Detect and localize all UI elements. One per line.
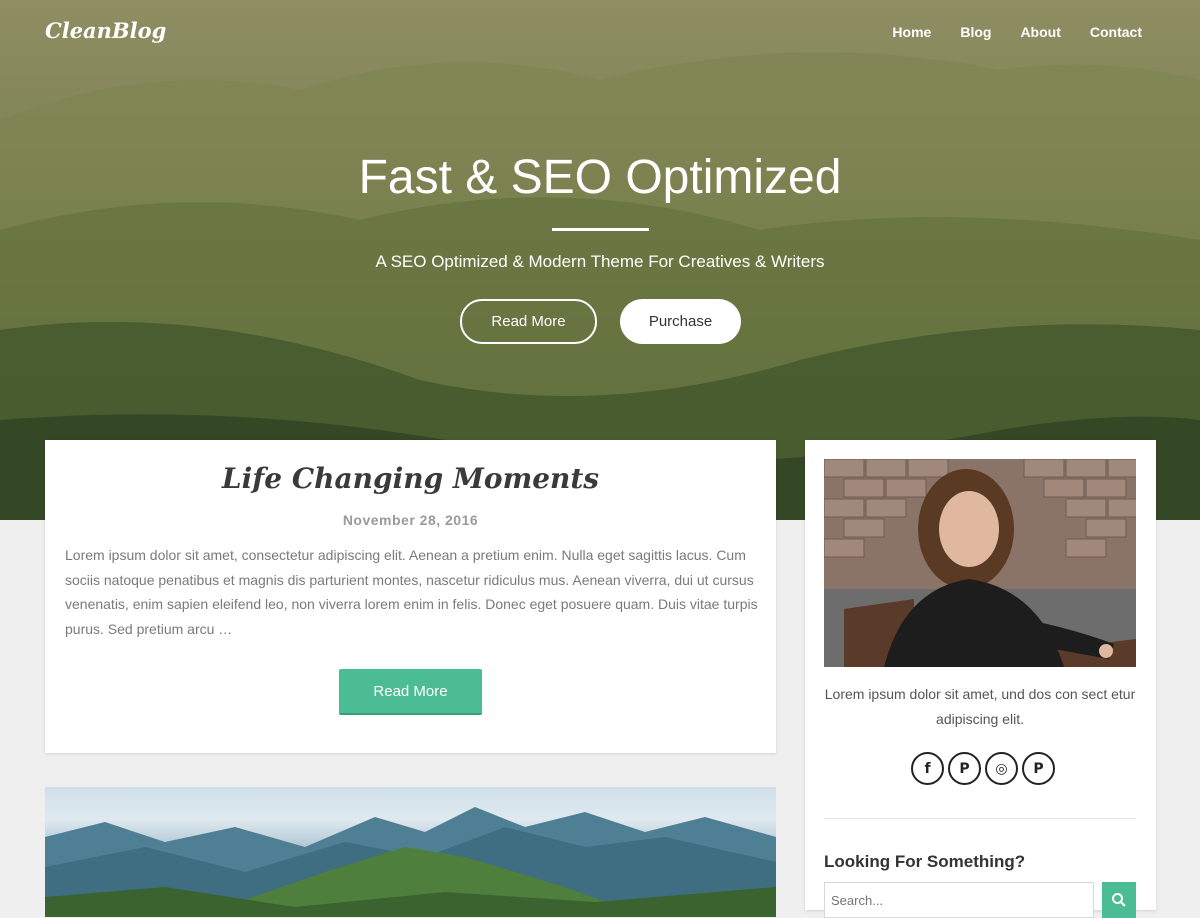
pinterest-icon[interactable]: P: [948, 752, 981, 785]
post-excerpt: Lorem ipsum dolor sit amet, consectetur …: [65, 547, 758, 637]
nav-about[interactable]: About: [1020, 24, 1060, 40]
hero-read-more-button[interactable]: Read More: [460, 299, 597, 344]
hero-divider: [552, 228, 649, 231]
hero-purchase-button[interactable]: Purchase: [620, 299, 741, 344]
search-widget-title: Looking For Something?: [824, 852, 1026, 871]
sidebar: Lorem ipsum dolor sit amet, und dos con …: [805, 440, 1156, 918]
hero-subtitle: A SEO Optimized & Modern Theme For Creat…: [375, 252, 825, 271]
search-button[interactable]: [1102, 882, 1136, 918]
nav-contact[interactable]: Contact: [1090, 24, 1142, 40]
facebook-icon[interactable]: f: [911, 752, 944, 785]
post-date: November 28, 2016: [342, 512, 479, 528]
nav-blog[interactable]: Blog: [960, 24, 991, 40]
main-nav: Home Blog About Contact: [892, 24, 1142, 40]
pinterest-icon[interactable]: P: [1022, 752, 1055, 785]
search-icon: [1112, 893, 1126, 907]
author-portrait-image: [824, 459, 1136, 667]
sidebar-divider: [824, 818, 1136, 819]
author-photo: [824, 459, 1136, 667]
post-featured-image[interactable]: [45, 787, 776, 917]
instagram-icon[interactable]: ◎: [985, 752, 1018, 785]
post-card: Life Changing Moments November 28, 2016 …: [45, 440, 776, 753]
mountain-landscape-image: [45, 807, 776, 917]
social-links: f P ◎ P: [911, 752, 1055, 785]
hero-title: Fast & SEO Optimized: [358, 151, 842, 204]
post-title[interactable]: Life Changing Moments: [45, 462, 776, 495]
nav-home[interactable]: Home: [892, 24, 931, 40]
post-read-more-button[interactable]: Read More: [339, 669, 482, 715]
author-bio: Lorem ipsum dolor sit amet, und dos con …: [824, 686, 1136, 727]
search-input[interactable]: [824, 882, 1094, 918]
site-logo[interactable]: CleanBlog: [45, 18, 166, 43]
